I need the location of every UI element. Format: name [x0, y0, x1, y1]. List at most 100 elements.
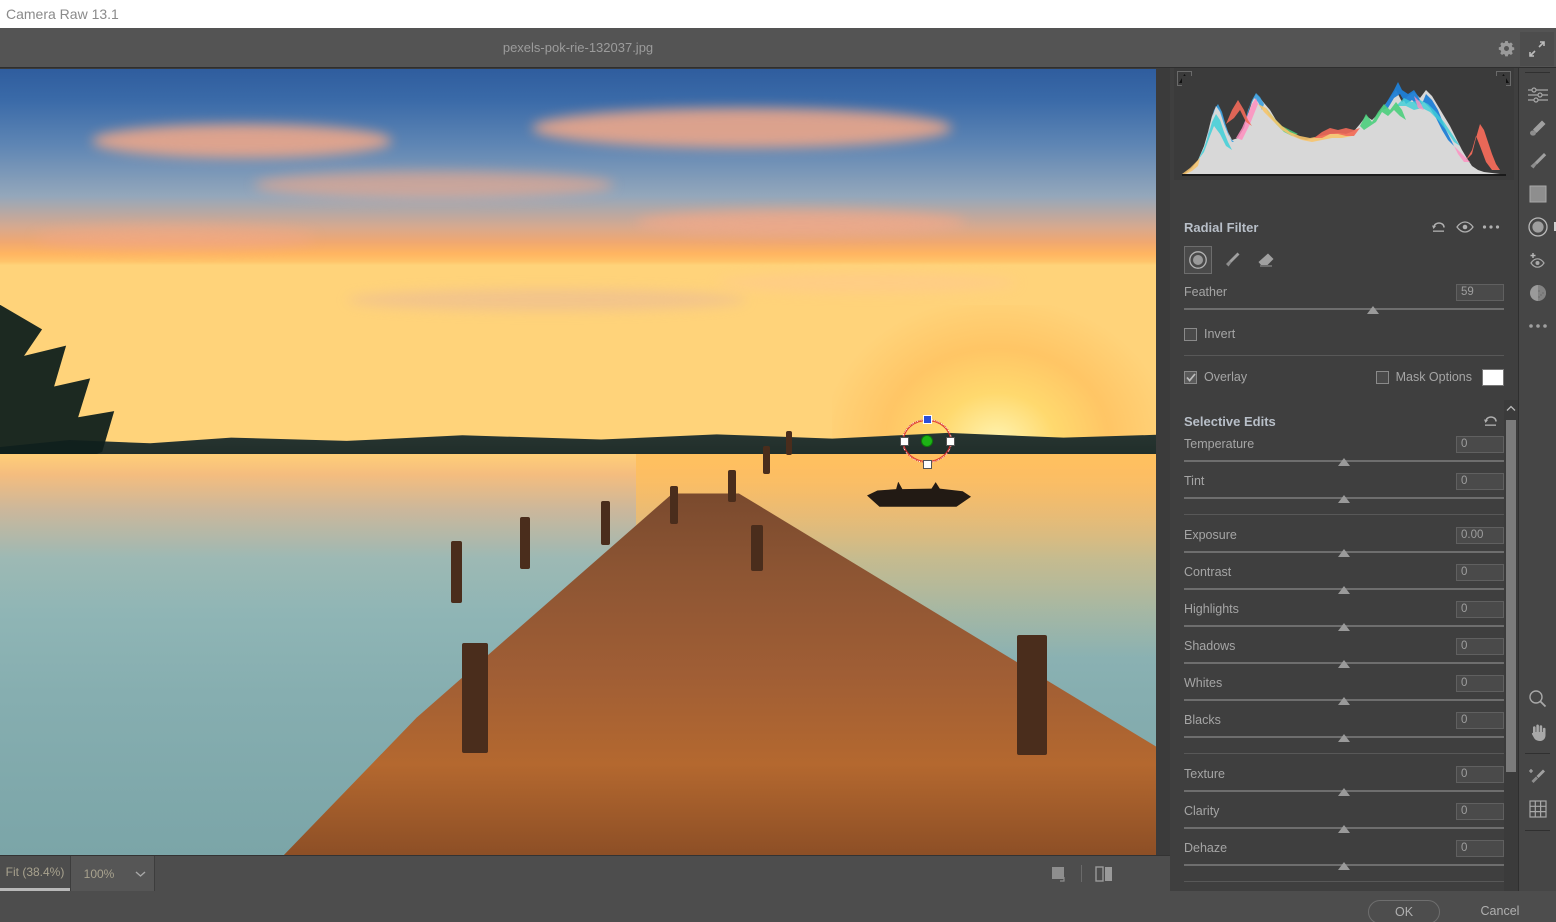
clarity-label: Clarity	[1184, 804, 1220, 818]
app-title: Camera Raw 13.1	[6, 6, 119, 22]
temperature-slider-knob[interactable]	[1338, 458, 1350, 466]
mask-options-checkbox[interactable]	[1375, 370, 1389, 384]
section-divider	[1184, 753, 1504, 754]
contrast-slider[interactable]	[1184, 585, 1504, 595]
exposure-slider-knob[interactable]	[1338, 549, 1350, 557]
highlights-slider-row: Highlights 0	[1184, 599, 1504, 632]
overlay-checkbox[interactable]	[1184, 370, 1197, 384]
before-after-split-icon[interactable]	[1082, 856, 1126, 891]
section-divider	[1184, 881, 1504, 882]
feather-value[interactable]: 59	[1456, 283, 1504, 301]
red-eye-icon[interactable]	[1519, 243, 1556, 276]
shadows-slider-knob[interactable]	[1338, 660, 1350, 668]
invert-checkbox-row[interactable]: Invert	[1184, 323, 1504, 345]
zoom-fit-label[interactable]: Fit (38.4%)	[0, 856, 70, 891]
overlay-mask-row: Overlay Mask Options	[1184, 366, 1504, 388]
dehaze-value[interactable]: 0	[1456, 839, 1504, 857]
reset-arrow-icon[interactable]	[1426, 220, 1452, 234]
spot-heal-icon[interactable]	[1519, 111, 1556, 144]
radial-handle-bottom[interactable]	[922, 459, 932, 469]
texture-value[interactable]: 0	[1456, 765, 1504, 783]
image-preview-canvas[interactable]	[0, 69, 1156, 855]
grid-icon[interactable]	[1519, 792, 1556, 825]
exposure-slider-row: Exposure 0.00	[1184, 525, 1504, 558]
mask-color-swatch[interactable]	[1482, 368, 1504, 386]
texture-slider[interactable]	[1184, 787, 1504, 797]
radial-handle-top[interactable]	[922, 414, 932, 424]
feather-slider-row: Feather 59	[1184, 282, 1504, 315]
eyedropper-icon[interactable]	[1519, 759, 1556, 792]
zoom-level-value[interactable]: 100%	[70, 856, 127, 891]
blacks-value[interactable]: 0	[1456, 711, 1504, 729]
contrast-slider-row: Contrast 0	[1184, 562, 1504, 595]
highlights-value[interactable]: 0	[1456, 600, 1504, 618]
texture-slider-knob[interactable]	[1338, 788, 1350, 796]
highlights-slider[interactable]	[1184, 622, 1504, 632]
blacks-slider-knob[interactable]	[1338, 734, 1350, 742]
temperature-slider[interactable]	[1184, 457, 1504, 467]
hand-icon[interactable]	[1519, 715, 1556, 748]
tint-value[interactable]: 0	[1456, 472, 1504, 490]
exposure-slider[interactable]	[1184, 548, 1504, 558]
radial-filter-title: Radial Filter	[1184, 219, 1259, 235]
highlights-slider-knob[interactable]	[1338, 623, 1350, 631]
ellipsis-icon[interactable]	[1478, 224, 1504, 230]
tint-slider[interactable]	[1184, 494, 1504, 504]
shadows-slider[interactable]	[1184, 659, 1504, 669]
ellipsis-icon[interactable]	[1519, 309, 1556, 342]
brush-icon[interactable]	[1519, 144, 1556, 177]
radial-handle-left[interactable]	[899, 436, 909, 446]
cancel-button[interactable]: Cancel	[1464, 900, 1536, 922]
clarity-slider[interactable]	[1184, 824, 1504, 834]
feather-slider-knob[interactable]	[1366, 306, 1379, 314]
gear-icon[interactable]	[1492, 34, 1520, 62]
blacks-slider-row: Blacks 0	[1184, 710, 1504, 743]
dehaze-slider-knob[interactable]	[1338, 862, 1350, 870]
feather-slider[interactable]	[1184, 305, 1504, 315]
gradient-square-icon[interactable]	[1519, 177, 1556, 210]
dehaze-slider[interactable]	[1184, 861, 1504, 871]
temperature-slider-row: Temperature 0	[1184, 434, 1504, 467]
magnifier-icon[interactable]	[1519, 682, 1556, 715]
contrast-value[interactable]: 0	[1456, 563, 1504, 581]
clarity-slider-row: Clarity 0	[1184, 801, 1504, 834]
temperature-value[interactable]: 0	[1456, 435, 1504, 453]
sliders-icon[interactable]	[1519, 78, 1556, 111]
tint-slider-knob[interactable]	[1338, 495, 1350, 503]
right-tool-strip	[1518, 68, 1556, 922]
chevron-up-icon[interactable]	[1504, 400, 1518, 416]
shadows-value[interactable]: 0	[1456, 637, 1504, 655]
fill-square-icon[interactable]	[1037, 856, 1081, 891]
panel-scrollbar[interactable]	[1504, 400, 1518, 922]
chevron-down-icon[interactable]	[127, 856, 155, 891]
contrast-slider-knob[interactable]	[1338, 586, 1350, 594]
whites-slider[interactable]	[1184, 696, 1504, 706]
expand-arrows-icon[interactable]	[1520, 32, 1554, 66]
radial-circle-icon[interactable]	[1184, 246, 1212, 274]
clarity-slider-knob[interactable]	[1338, 825, 1350, 833]
whites-slider-knob[interactable]	[1338, 697, 1350, 705]
brush-icon[interactable]	[1218, 246, 1246, 274]
tone-slider-group: Exposure 0.00 Contrast 0 Highlights 0 Shadows 0…	[1184, 525, 1504, 743]
masking-sphere-icon[interactable]	[1519, 276, 1556, 309]
overlay-label: Overlay	[1204, 370, 1248, 384]
whites-value[interactable]: 0	[1456, 674, 1504, 692]
radial-handle-right[interactable]	[945, 436, 955, 446]
eye-icon[interactable]	[1452, 221, 1478, 233]
histogram[interactable]	[1174, 68, 1514, 180]
reset-arrow-icon[interactable]	[1478, 414, 1504, 428]
selective-edits-scroll-area[interactable]: Selective Edits Temperature 0 Tint 0 Exposu…	[1170, 400, 1518, 922]
invert-checkbox[interactable]	[1184, 327, 1197, 341]
radial-circle-icon[interactable]	[1519, 210, 1556, 243]
exposure-value[interactable]: 0.00	[1456, 526, 1504, 544]
blacks-slider[interactable]	[1184, 733, 1504, 743]
clarity-value[interactable]: 0	[1456, 802, 1504, 820]
ok-button[interactable]: OK	[1368, 900, 1440, 922]
radial-center-handle[interactable]	[921, 435, 933, 447]
scrollbar-thumb[interactable]	[1506, 420, 1516, 772]
statusbar-spacer	[155, 856, 1037, 891]
eraser-icon[interactable]	[1252, 246, 1280, 274]
radial-filter-overlay[interactable]	[898, 414, 956, 469]
shadows-slider-row: Shadows 0	[1184, 636, 1504, 669]
feather-slider-bar	[1184, 308, 1504, 310]
